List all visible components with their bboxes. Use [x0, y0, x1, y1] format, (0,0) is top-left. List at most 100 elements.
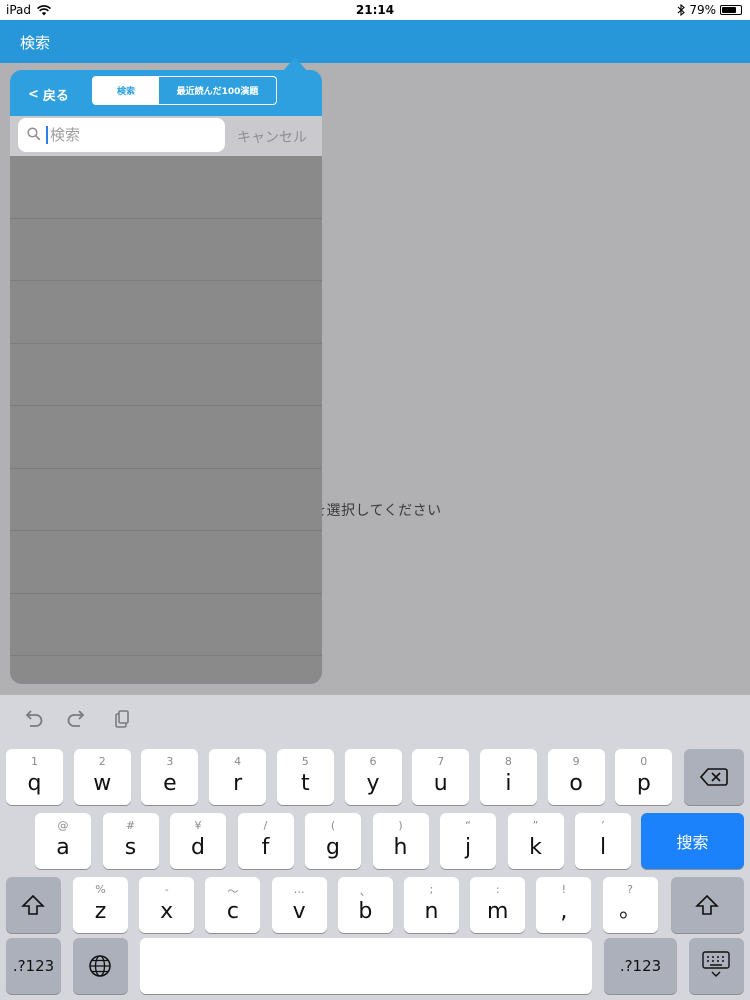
key-hint: @	[57, 819, 69, 832]
key-label: c	[226, 899, 239, 924]
key-hint: ”	[532, 819, 539, 832]
key-w[interactable]: 2w	[73, 749, 131, 805]
back-label: 戻る	[42, 89, 69, 104]
key-f[interactable]: / f	[237, 813, 294, 869]
key-label: q	[27, 771, 42, 796]
list-item[interactable]	[10, 594, 322, 656]
shift-key-right[interactable]	[671, 877, 744, 933]
key-b[interactable]: 、 b	[337, 877, 393, 933]
undo-icon[interactable]	[22, 709, 44, 729]
key-q[interactable]: 1q	[6, 749, 63, 805]
key-g[interactable]: (g	[305, 813, 361, 869]
key-l[interactable]: ’ l	[575, 813, 631, 869]
search-input[interactable]	[50, 123, 210, 147]
key-label: z	[94, 899, 107, 924]
key-label: a	[56, 835, 70, 860]
list-item[interactable]	[10, 531, 322, 594]
key-hint: /	[263, 819, 268, 832]
text-cursor	[46, 126, 48, 144]
list-item[interactable]	[10, 406, 322, 469]
key-label: b	[358, 899, 373, 924]
key-j[interactable]: “j	[440, 813, 496, 869]
key-hint: 5	[301, 755, 309, 768]
key-v[interactable]: … v	[271, 877, 327, 933]
list-item[interactable]	[10, 281, 322, 344]
key-r[interactable]: 4r	[209, 749, 267, 805]
key-h[interactable]: ) h	[372, 813, 429, 869]
key-e[interactable]: 3e	[141, 749, 199, 805]
list-item[interactable]	[10, 156, 322, 219]
search-field-container	[18, 118, 225, 152]
chevron-left-icon: <	[28, 87, 39, 102]
key-hint: 6	[369, 755, 377, 768]
key-z[interactable]: % z	[73, 877, 128, 933]
backspace-key[interactable]	[684, 749, 744, 805]
key-label: j	[464, 835, 472, 860]
key-m[interactable]: :m	[470, 877, 526, 933]
key-。[interactable]: ?。	[602, 877, 658, 933]
key-label: p	[636, 771, 651, 796]
key-hint: -	[164, 883, 169, 896]
key-hint: 、	[359, 885, 371, 898]
space-key[interactable]	[140, 938, 592, 994]
list-item[interactable]	[10, 344, 322, 406]
key-p[interactable]: 0p	[615, 749, 673, 805]
key-n[interactable]: ; n	[404, 877, 459, 933]
key-label: w	[93, 771, 112, 796]
key-hint: ¥	[194, 819, 202, 832]
key-hint: 8	[504, 755, 512, 768]
numbers-key-left[interactable]: .?123	[6, 938, 61, 994]
key-hint: :	[495, 883, 500, 896]
key-label: f	[261, 835, 270, 860]
list-item[interactable]	[10, 219, 322, 281]
key-label: e	[163, 771, 177, 796]
key-hint: %	[95, 883, 106, 896]
list-item[interactable]	[10, 469, 322, 531]
key-label: x	[160, 899, 174, 924]
key-label: i	[505, 771, 512, 796]
key-label: l	[599, 835, 607, 860]
key-label: u	[433, 771, 448, 796]
key-,[interactable]: !,	[536, 877, 592, 933]
popover-header: < 戻る 検索 最近読んだ100演題	[10, 70, 322, 116]
key-s[interactable]: # s	[102, 813, 159, 869]
key-label: 。	[619, 898, 642, 923]
key-o[interactable]: 9o	[547, 749, 605, 805]
globe-key[interactable]	[73, 938, 128, 994]
key-d[interactable]: ¥ d	[170, 813, 226, 869]
key-label: r	[233, 771, 243, 796]
key-label: y	[366, 771, 380, 796]
key-y[interactable]: 6y	[344, 749, 402, 805]
numbers-key-right[interactable]: .?123	[604, 938, 677, 994]
key-label: d	[191, 835, 205, 860]
key-hint: !	[561, 883, 567, 896]
key-c[interactable]: 〜 c	[205, 877, 261, 933]
key-hint: 3	[166, 755, 174, 768]
search-key[interactable]: 搜索	[641, 813, 744, 869]
segment-recent[interactable]: 最近読んだ100演題	[159, 77, 276, 104]
delete-icon	[700, 768, 728, 786]
cancel-button[interactable]: キャンセル	[237, 127, 307, 147]
battery-fill	[722, 7, 737, 13]
key-t[interactable]: 5t	[276, 749, 334, 805]
segmented-control: 検索 最近読んだ100演題	[92, 76, 277, 105]
key-k[interactable]: ” k	[507, 813, 564, 869]
key-label: t	[300, 771, 310, 796]
key-x[interactable]: -x	[139, 877, 195, 933]
status-time: 21:14	[355, 3, 395, 17]
key-hint: 9	[572, 755, 580, 768]
search-icon	[27, 127, 41, 141]
key-i[interactable]: 8i	[479, 749, 537, 805]
redo-icon[interactable]	[66, 709, 88, 729]
back-button[interactable]: < 戻る	[28, 85, 69, 104]
key-label: g	[326, 835, 340, 860]
key-hint: ;	[429, 883, 434, 896]
dismiss-keyboard-key[interactable]	[689, 938, 744, 994]
segment-search[interactable]: 検索	[93, 77, 159, 104]
shift-key-left[interactable]	[6, 877, 61, 933]
key-u[interactable]: 7u	[412, 749, 470, 805]
key-hint: 1	[31, 755, 38, 768]
keyboard: 1 q 2 w 3 e 4 r 5 t 6 y 7 u 8 i 9 o 0 p @ a # s ¥ d / f(g) h “j” k’ l% z…	[0, 695, 750, 1000]
key-a[interactable]: @ a	[35, 813, 91, 869]
paste-icon[interactable]	[110, 709, 132, 729]
